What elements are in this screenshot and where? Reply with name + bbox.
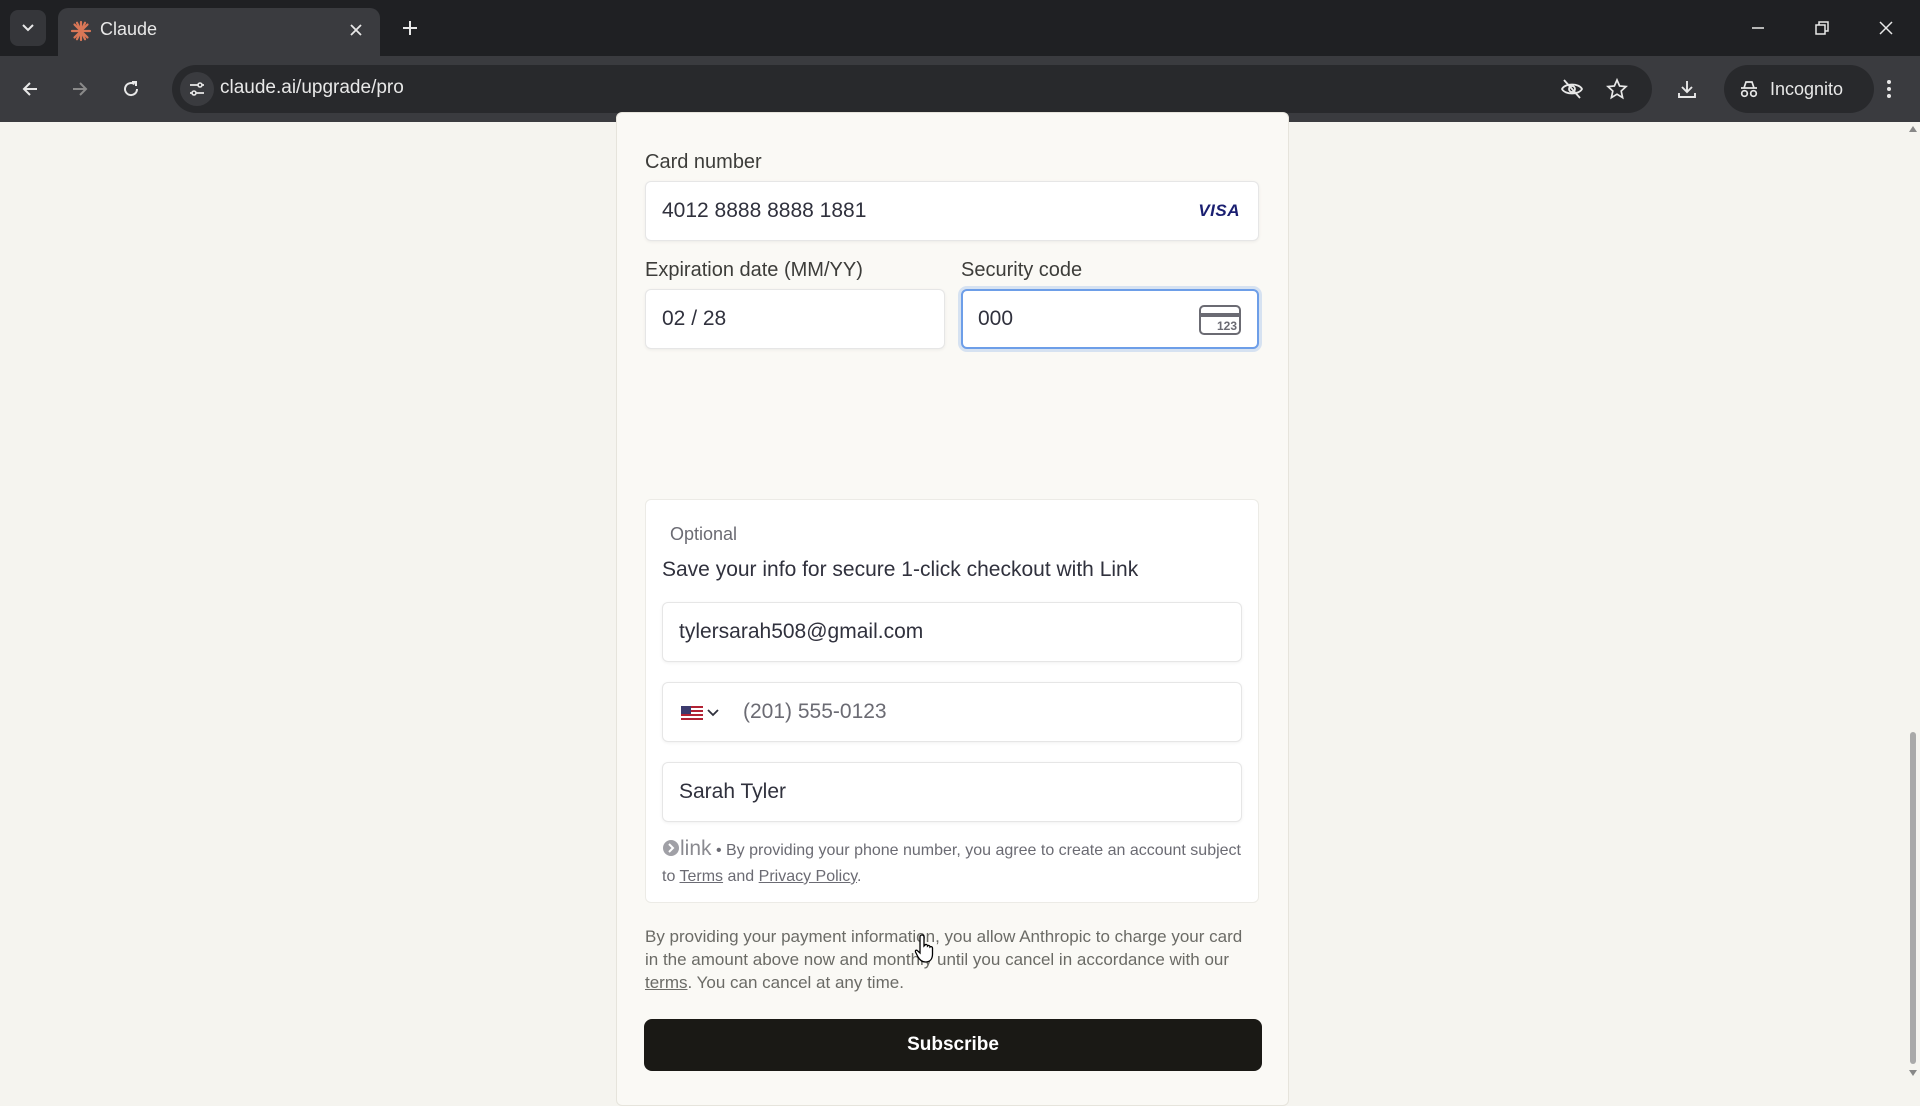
link-phone-input[interactable]	[743, 683, 1148, 741]
cvc-hint-text: 123	[1216, 319, 1237, 333]
incognito-icon	[1740, 81, 1758, 98]
claude-favicon-icon	[70, 20, 92, 42]
link-privacy-link[interactable]: Privacy Policy	[759, 868, 857, 885]
link-logo: link	[662, 837, 712, 860]
card-number-label: Card number	[645, 151, 762, 173]
back-icon	[22, 82, 37, 96]
forward-icon	[73, 82, 88, 96]
scrollbar-thumb[interactable]	[1910, 732, 1916, 1064]
tab-title: Claude	[100, 19, 158, 39]
url-text[interactable]: claude.ai/upgrade/pro	[220, 77, 404, 99]
link-name-field[interactable]	[662, 762, 1242, 822]
forward-button[interactable]	[63, 72, 97, 106]
link-email-input[interactable]	[679, 603, 1142, 661]
site-info-icon	[190, 82, 204, 96]
link-arrow-icon	[663, 840, 679, 856]
link-disclaimer: link • By providing your phone number, y…	[662, 836, 1242, 890]
star-icon	[1606, 78, 1628, 100]
browser-tab-strip: Claude	[0, 0, 1920, 56]
minimize-button[interactable]	[1742, 12, 1774, 44]
tracking-protection-button[interactable]	[1557, 74, 1587, 104]
back-button[interactable]	[13, 72, 47, 106]
downloads-button[interactable]	[1670, 72, 1704, 106]
minimize-icon	[1752, 27, 1764, 29]
security-code-input[interactable]	[978, 291, 1214, 347]
link-save-info-panel: Optional Save your info for secure 1-cli…	[645, 499, 1259, 903]
link-heading: Save your info for secure 1-click checko…	[662, 558, 1139, 581]
page-viewport: Card number VISA Expiration date (MM/YY)…	[0, 112, 1906, 1106]
mouse-cursor-icon	[914, 934, 934, 963]
link-terms-link[interactable]: Terms	[680, 868, 724, 885]
link-email-field[interactable]	[662, 602, 1242, 662]
card-number-field[interactable]: VISA	[645, 181, 1259, 241]
legal-terms-link[interactable]: terms	[645, 973, 688, 992]
address-bar[interactable]: claude.ai/upgrade/pro	[172, 65, 1652, 113]
new-tab-button[interactable]	[396, 14, 424, 42]
plus-icon	[403, 21, 417, 35]
tab-claude[interactable]: Claude	[58, 8, 380, 56]
payment-card-panel: Card number VISA Expiration date (MM/YY)…	[616, 112, 1289, 1106]
link-phone-field[interactable]	[662, 682, 1242, 742]
eye-off-icon	[1560, 79, 1584, 99]
browser-menu-button[interactable]	[1872, 72, 1906, 106]
security-code-field[interactable]: 123	[961, 289, 1259, 349]
bookmark-button[interactable]	[1602, 74, 1632, 104]
legal-text-2: . You can cancel at any time.	[687, 973, 904, 992]
legal-text-1: By providing your payment information, y…	[645, 927, 1243, 969]
scroll-up-arrow-icon[interactable]	[1909, 126, 1917, 132]
card-number-input[interactable]	[662, 182, 1152, 240]
reload-button[interactable]	[114, 72, 148, 106]
incognito-label: Incognito	[1770, 78, 1844, 99]
link-and-text: and	[723, 868, 759, 885]
close-window-button[interactable]	[1870, 12, 1902, 44]
restore-button[interactable]	[1806, 12, 1838, 44]
payment-legal-text: By providing your payment information, y…	[645, 925, 1245, 994]
expiration-input[interactable]	[662, 290, 901, 348]
page-scrollbar[interactable]	[1906, 122, 1920, 1080]
subscribe-button[interactable]: Subscribe	[644, 1019, 1262, 1071]
expiration-field[interactable]	[645, 289, 945, 349]
tab-list-button[interactable]	[10, 10, 46, 46]
link-period: .	[857, 868, 862, 885]
expiration-label: Expiration date (MM/YY)	[645, 259, 863, 281]
us-flag-icon	[681, 705, 703, 721]
tab-list-icon	[22, 24, 34, 32]
scroll-down-arrow-icon[interactable]	[1909, 1070, 1917, 1076]
close-window-icon	[1879, 21, 1893, 35]
link-brand-text: link	[680, 837, 712, 860]
optional-label: Optional	[670, 524, 738, 544]
cvc-card-icon: 123	[1199, 305, 1241, 335]
restore-icon	[1815, 21, 1829, 35]
download-icon	[1678, 81, 1696, 98]
reload-icon	[124, 81, 139, 97]
incognito-indicator[interactable]: Incognito	[1724, 65, 1874, 113]
site-info-button[interactable]	[180, 72, 214, 106]
chevron-down-icon	[707, 709, 719, 717]
country-selector[interactable]	[681, 703, 725, 723]
security-code-label: Security code	[961, 259, 1083, 281]
link-name-input[interactable]	[679, 763, 1142, 821]
close-tab-button[interactable]	[344, 18, 368, 42]
visa-icon: VISA	[1198, 201, 1240, 220]
more-icon	[1887, 80, 1891, 98]
close-icon	[350, 24, 362, 36]
